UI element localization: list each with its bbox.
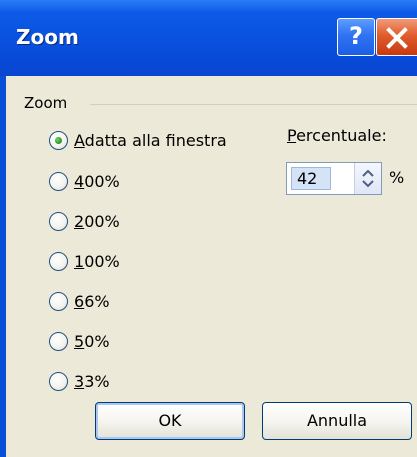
radio-66[interactable]: 66% <box>49 288 110 314</box>
percentage-input[interactable]: 42 <box>291 167 331 190</box>
radio-button-icon[interactable] <box>49 211 68 231</box>
radio-button-icon[interactable] <box>49 371 68 391</box>
radio-button-icon[interactable] <box>49 171 68 191</box>
radio-label: 200% <box>74 211 120 231</box>
close-icon <box>386 27 408 49</box>
radio-fit-window[interactable]: Adatta alla finestra <box>49 127 227 153</box>
radio-label: 400% <box>74 171 120 191</box>
radio-label: 100% <box>74 251 120 271</box>
radio-label: 66% <box>74 291 110 311</box>
help-button[interactable]: ? <box>337 18 375 56</box>
percentage-spinner[interactable]: 42 <box>286 162 382 195</box>
spin-up-icon[interactable] <box>362 169 374 177</box>
window-title: Zoom <box>16 25 79 49</box>
radio-200[interactable]: 200% <box>49 208 120 234</box>
ok-button[interactable]: OK <box>95 402 245 440</box>
radio-button-icon[interactable] <box>49 251 68 271</box>
zoom-dialog: Zoom ? Zoom Adatta alla finestra 400% 20… <box>0 0 417 457</box>
radio-50[interactable]: 50% <box>49 328 110 354</box>
percent-unit: % <box>389 168 405 187</box>
cancel-button[interactable]: Annulla <box>262 402 412 440</box>
radio-label: 33% <box>74 371 110 391</box>
radio-100[interactable]: 100% <box>49 248 120 274</box>
radio-label: 50% <box>74 331 110 351</box>
radio-button-selected-icon[interactable] <box>49 130 68 150</box>
help-icon: ? <box>349 22 363 50</box>
close-button[interactable] <box>376 18 417 56</box>
spin-down-icon[interactable] <box>362 180 374 188</box>
zoom-group-label: Zoom <box>24 94 68 112</box>
radio-label: Adatta alla finestra <box>74 130 227 150</box>
radio-400[interactable]: 400% <box>49 168 120 194</box>
spinner-arrows[interactable] <box>354 163 381 194</box>
radio-button-icon[interactable] <box>49 291 68 311</box>
radio-33[interactable]: 33% <box>49 368 110 394</box>
percentage-label: Percentuale: <box>287 126 387 145</box>
title-bar[interactable]: Zoom ? <box>0 0 417 76</box>
radio-button-icon[interactable] <box>49 331 68 351</box>
group-divider <box>90 104 417 105</box>
